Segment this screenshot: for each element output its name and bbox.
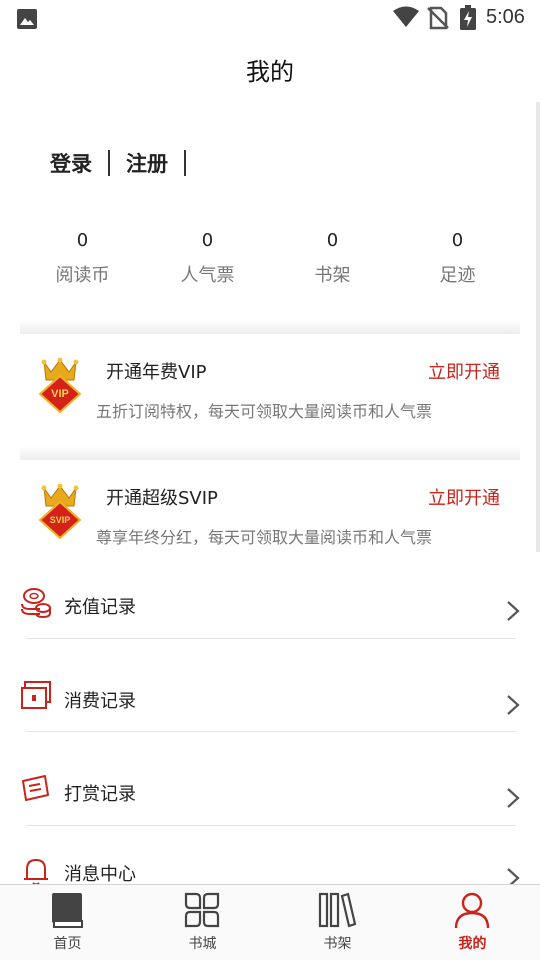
bookshelf-icon — [318, 892, 356, 928]
divider — [26, 825, 516, 826]
svip-title: 开通超级SVIP — [106, 488, 218, 509]
divider-bar — [108, 150, 110, 176]
no-sim-icon — [427, 6, 449, 30]
stat-label: 书架 — [314, 265, 351, 286]
vip-badge-text: VIP — [51, 388, 69, 400]
tab-label: 书架 — [323, 936, 352, 952]
stat-label: 人气票 — [180, 265, 235, 286]
battery-charging-icon — [460, 5, 476, 30]
menu-recharge-records[interactable]: 充值记录 — [0, 566, 540, 656]
stat-label: 足迹 — [439, 265, 476, 286]
stat-value: 0 — [451, 230, 464, 251]
status-bar: 5:06 — [0, 0, 540, 36]
stat-bookshelf[interactable]: 0 书架 — [270, 230, 395, 288]
bottom-tab-bar: 首页 书城 书架 我的 — [0, 884, 540, 960]
menu-label: 打赏记录 — [64, 784, 136, 805]
tab-label: 首页 — [53, 936, 82, 952]
menu-label: 充值记录 — [64, 597, 136, 618]
menu-label: 消费记录 — [64, 691, 136, 712]
wifi-icon — [393, 6, 419, 27]
stat-value: 0 — [76, 230, 89, 251]
menu-reward-records[interactable]: 打赏记录 — [0, 753, 540, 843]
user-stats: 0 阅读币 0 人气票 0 书架 0 足迹 — [20, 230, 520, 288]
open-vip-button[interactable]: 立即开通 — [428, 358, 500, 384]
svip-description: 尊享年终分红，每天可领取大量阅读币和人气票 — [96, 528, 433, 547]
wallet-icon — [21, 681, 51, 709]
reward-card-icon — [22, 775, 49, 801]
stat-reading-coins[interactable]: 0 阅读币 — [20, 230, 145, 288]
grid-icon — [184, 892, 220, 928]
user-icon — [454, 892, 490, 929]
tab-bookshelf[interactable]: 书架 — [270, 885, 405, 960]
chevron-right-icon — [507, 695, 520, 715]
chevron-right-icon — [507, 601, 520, 621]
stat-value: 0 — [201, 230, 214, 251]
auth-links: 登录 注册 — [50, 148, 202, 178]
stat-footprints[interactable]: 0 足迹 — [395, 230, 520, 288]
vip-title: 开通年费VIP — [106, 362, 207, 383]
stat-value: 0 — [326, 230, 339, 251]
login-link[interactable]: 登录 — [50, 148, 92, 178]
register-link[interactable]: 注册 — [126, 148, 168, 178]
scrollbar[interactable] — [536, 102, 540, 552]
svip-crown-badge-icon: SVIP — [38, 484, 82, 540]
divider — [26, 638, 516, 639]
status-time: 5:06 — [486, 6, 525, 28]
tab-label: 书城 — [188, 936, 217, 952]
tab-mine[interactable]: 我的 — [405, 885, 540, 960]
tab-label: 我的 — [458, 936, 487, 952]
chevron-right-icon — [507, 788, 520, 808]
image-notification-icon — [17, 9, 37, 29]
svip-badge-text: SVIP — [50, 515, 71, 525]
stat-popularity-votes[interactable]: 0 人气票 — [145, 230, 270, 288]
tab-home[interactable]: 首页 — [0, 885, 135, 960]
book-icon — [52, 893, 83, 928]
vip-card-annual[interactable]: VIP 开通年费VIP 立即开通 五折订阅特权，每天可领取大量阅读币和人气票 — [20, 320, 520, 444]
menu-label: 消息中心 — [64, 864, 136, 885]
page-title: 我的 — [246, 58, 294, 86]
menu-spending-records[interactable]: 消费记录 — [0, 660, 540, 750]
divider — [26, 731, 516, 732]
divider-bar — [184, 150, 186, 176]
tab-bookstore[interactable]: 书城 — [135, 885, 270, 960]
vip-crown-badge-icon: VIP — [38, 358, 82, 414]
vip-card-super[interactable]: SVIP 开通超级SVIP 立即开通 尊享年终分红，每天可领取大量阅读币和人气票 — [20, 446, 520, 570]
vip-description: 五折订阅特权，每天可领取大量阅读币和人气票 — [96, 402, 433, 421]
open-svip-button[interactable]: 立即开通 — [428, 484, 500, 510]
coins-icon — [21, 588, 51, 619]
bell-icon — [24, 858, 48, 886]
stat-label: 阅读币 — [55, 265, 110, 286]
